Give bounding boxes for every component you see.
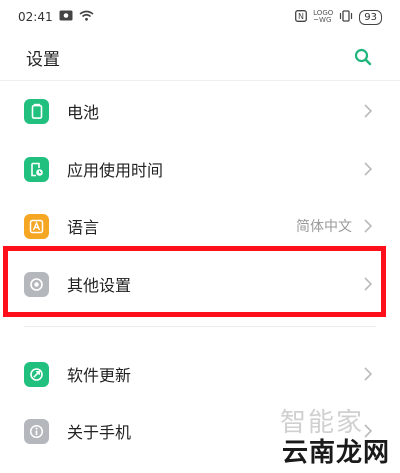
svg-text:N: N <box>298 12 304 21</box>
header: 设置 <box>0 38 400 76</box>
setting-label: 软件更新 <box>67 366 132 385</box>
battery-icon <box>24 98 49 124</box>
setting-label: 其他设置 <box>67 276 132 295</box>
setting-battery[interactable]: 电池 <box>0 83 400 139</box>
group-divider <box>24 326 376 327</box>
chevron-right-icon <box>364 161 374 177</box>
vibrate-icon <box>339 9 353 25</box>
search-icon <box>354 48 372 66</box>
language-value: 简体中文 <box>296 219 352 235</box>
language-icon <box>24 213 49 239</box>
header-divider <box>0 80 400 81</box>
status-bar: 02:41 N LOGO ~WG 93 <box>0 0 400 34</box>
battery-level: 93 <box>359 9 382 25</box>
setting-label: 应用使用时间 <box>67 161 164 180</box>
status-left: 02:41 <box>18 10 94 24</box>
setting-other-settings[interactable]: 其他设置 <box>0 256 400 312</box>
status-time: 02:41 <box>18 10 53 24</box>
status-right: N LOGO ~WG 93 <box>295 9 382 25</box>
setting-language[interactable]: 语言 简体中文 <box>0 198 400 254</box>
wifi-icon <box>79 10 94 24</box>
network-logo-text: LOGO ~WG <box>313 9 334 24</box>
chevron-right-icon <box>364 276 374 292</box>
watermark-brand: 云南龙网 <box>282 438 391 468</box>
setting-software-update[interactable]: 软件更新 <box>0 346 400 402</box>
photo-notification-icon <box>59 10 73 24</box>
chevron-right-icon <box>364 218 374 234</box>
other-settings-icon <box>24 271 49 297</box>
setting-label: 语言 <box>67 218 100 237</box>
setting-app-usage-time[interactable]: 应用使用时间 <box>0 141 400 197</box>
software-update-icon <box>24 361 49 387</box>
info-icon <box>24 418 49 444</box>
nfc-icon: N <box>295 9 308 25</box>
setting-label: 电池 <box>67 103 100 122</box>
page-title: 设置 <box>26 49 60 70</box>
search-button[interactable] <box>352 46 374 68</box>
chevron-right-icon <box>364 366 374 382</box>
chevron-right-icon <box>364 103 374 119</box>
app-usage-icon <box>24 156 49 182</box>
